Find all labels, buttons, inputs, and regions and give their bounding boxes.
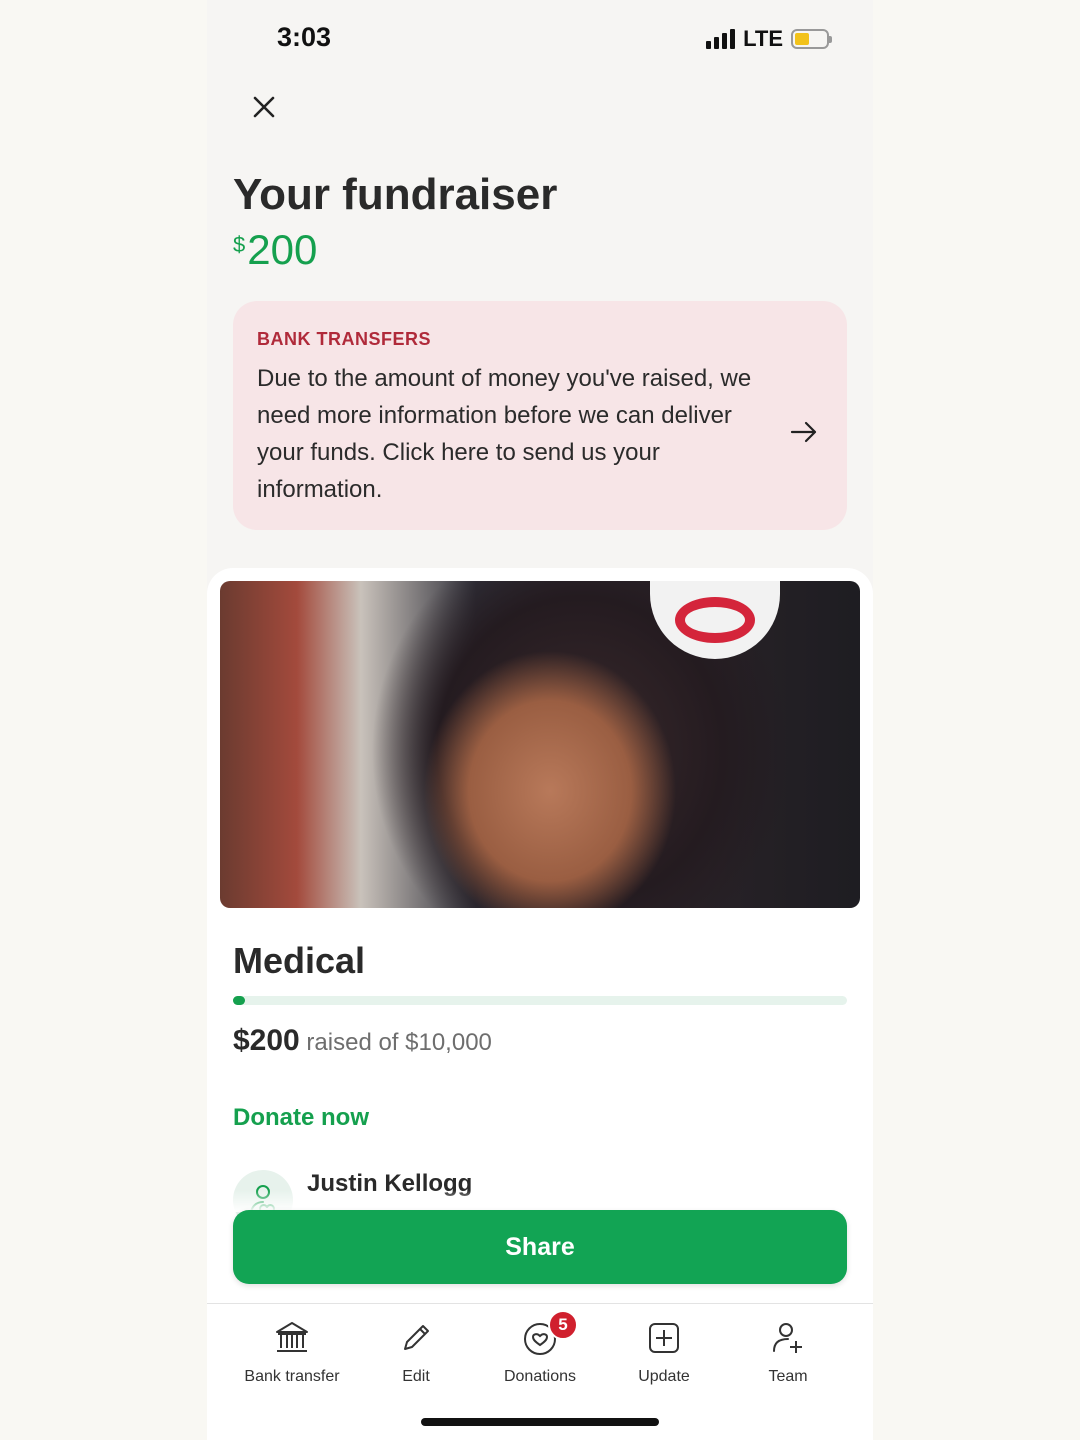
phone-screen: 3:03 LTE Your fundraiser $200 BANK TRANS…: [207, 0, 873, 1440]
hat-logo: [650, 581, 780, 659]
battery-icon: [791, 29, 832, 49]
status-indicators: LTE: [706, 26, 832, 52]
total-raised: $200: [233, 226, 317, 274]
progress-bar: [233, 996, 847, 1005]
home-indicator: [421, 1418, 659, 1426]
tab-label: Bank transfer: [244, 1368, 340, 1385]
close-button[interactable]: [247, 90, 281, 124]
page-title: Your fundraiser: [233, 170, 558, 219]
alert-text: Due to the amount of money you've raised…: [257, 365, 752, 503]
close-icon: [253, 96, 275, 118]
bank-icon: [276, 1322, 308, 1352]
raised-goal-text: raised of $10,000: [306, 1029, 492, 1056]
alert-label: BANK TRANSFERS: [257, 329, 432, 349]
raised-amount: $200: [233, 1024, 300, 1057]
total-amount: 200: [247, 226, 318, 273]
campaign-photo[interactable]: [220, 581, 860, 908]
share-button[interactable]: Share: [233, 1210, 847, 1284]
progress-fill: [233, 996, 246, 1005]
tab-label: Team: [768, 1368, 808, 1385]
scroll-fade: [207, 1190, 873, 1212]
tab-update[interactable]: Update: [602, 1318, 726, 1386]
add-person-icon: [773, 1323, 802, 1353]
currency-symbol: $: [233, 232, 246, 257]
tab-team[interactable]: Team: [726, 1318, 850, 1386]
tab-label: Donations: [503, 1368, 577, 1385]
tab-bank-transfer[interactable]: Bank transfer: [230, 1318, 354, 1386]
plus-square-icon: [649, 1323, 679, 1353]
donate-now-link[interactable]: Donate now: [233, 1104, 369, 1132]
tab-edit[interactable]: Edit: [354, 1318, 478, 1386]
status-time: 3:03: [277, 22, 332, 52]
network-label: LTE: [743, 26, 783, 51]
tab-donations[interactable]: 5 Donations: [478, 1310, 602, 1386]
raised-summary: $200 raised of $10,000: [233, 1024, 492, 1058]
donations-badge: 5: [548, 1310, 578, 1340]
pencil-icon: [404, 1325, 429, 1350]
bank-transfer-alert[interactable]: BANK TRANSFERS Due to the amount of mone…: [233, 301, 847, 530]
arrow-right-icon: [790, 421, 817, 443]
tab-label: Edit: [402, 1368, 430, 1385]
signal-icon: [706, 29, 736, 49]
campaign-title: Medical: [233, 940, 366, 981]
tab-label: Update: [638, 1368, 690, 1385]
